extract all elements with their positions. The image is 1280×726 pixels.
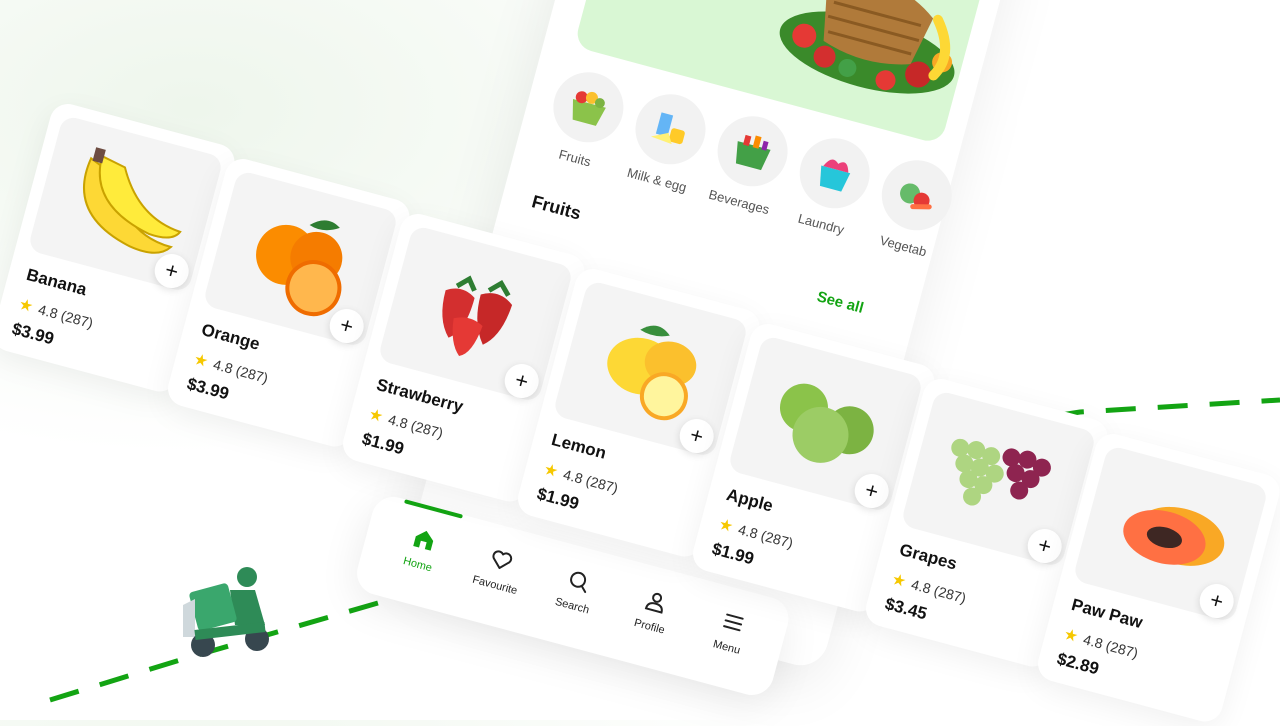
star-icon: ★ bbox=[889, 570, 908, 592]
star-icon: ★ bbox=[716, 515, 735, 537]
star-icon: ★ bbox=[191, 350, 210, 372]
star-icon: ★ bbox=[1061, 625, 1080, 647]
category-label: Milk & egg bbox=[625, 164, 689, 196]
star-icon: ★ bbox=[16, 295, 35, 317]
product-price: $1.99 bbox=[360, 429, 407, 459]
nav-menu[interactable]: Menu bbox=[691, 602, 770, 663]
product-image bbox=[1072, 444, 1269, 623]
product-image bbox=[202, 169, 399, 348]
product-name: Apple bbox=[724, 485, 776, 516]
nav-profile[interactable]: Profile bbox=[614, 581, 693, 642]
product-price: $1.99 bbox=[710, 539, 757, 569]
beverages-basket-icon bbox=[709, 108, 796, 195]
section-title: Fruits bbox=[529, 191, 584, 224]
product-image bbox=[552, 279, 749, 458]
laundry-basket-icon bbox=[791, 130, 878, 217]
product-name: Lemon bbox=[549, 430, 609, 463]
profile-icon bbox=[644, 592, 663, 614]
milk-egg-icon bbox=[627, 86, 714, 173]
vegetables-icon bbox=[873, 152, 960, 239]
promo-scene: Fruits Milk & egg Beverages Laundry Vege… bbox=[0, 0, 1280, 726]
see-all-link[interactable]: See all bbox=[815, 288, 865, 317]
product-price: $3.99 bbox=[185, 374, 232, 404]
product-name: Banana bbox=[24, 265, 89, 300]
heart-icon bbox=[492, 550, 513, 570]
apple-image bbox=[779, 383, 874, 463]
nav-label: Favourite bbox=[471, 573, 519, 598]
nav-label: Home bbox=[401, 555, 434, 575]
product-image bbox=[727, 334, 924, 513]
nav-search[interactable]: Search bbox=[537, 560, 616, 621]
search-icon bbox=[570, 571, 587, 594]
grapes-image bbox=[951, 438, 1051, 506]
delivery-rider-illustration bbox=[183, 567, 269, 657]
strawberry-image bbox=[442, 275, 513, 356]
nav-label: Profile bbox=[632, 616, 666, 637]
product-image bbox=[27, 114, 224, 293]
lemon-image bbox=[607, 325, 697, 421]
product-name: Grapes bbox=[897, 540, 960, 574]
papaya-image bbox=[1123, 506, 1225, 566]
nav-home[interactable]: Home bbox=[382, 519, 461, 580]
grocery-basket-image bbox=[779, 0, 955, 94]
nav-label: Menu bbox=[711, 638, 742, 657]
category-label: Fruits bbox=[557, 146, 593, 170]
star-icon: ★ bbox=[366, 405, 385, 427]
category-label: Beverages bbox=[707, 186, 771, 218]
product-image bbox=[377, 224, 574, 403]
category-label: Laundry bbox=[796, 210, 846, 238]
orange-image bbox=[256, 220, 343, 317]
fruit-basket-icon bbox=[545, 64, 632, 151]
product-image bbox=[900, 389, 1097, 568]
home-icon bbox=[413, 530, 434, 551]
product-price: $2.89 bbox=[1055, 649, 1102, 679]
star-icon: ★ bbox=[541, 460, 560, 482]
nav-favourite[interactable]: Favourite bbox=[459, 540, 538, 601]
product-price: $3.99 bbox=[10, 319, 57, 349]
product-name: Orange bbox=[199, 320, 262, 354]
category-label: Vegetab bbox=[878, 232, 929, 260]
menu-icon bbox=[723, 613, 744, 632]
banana-image bbox=[83, 147, 182, 254]
product-price: $1.99 bbox=[535, 484, 582, 514]
nav-label: Search bbox=[553, 595, 591, 617]
product-price: $3.45 bbox=[883, 594, 930, 624]
